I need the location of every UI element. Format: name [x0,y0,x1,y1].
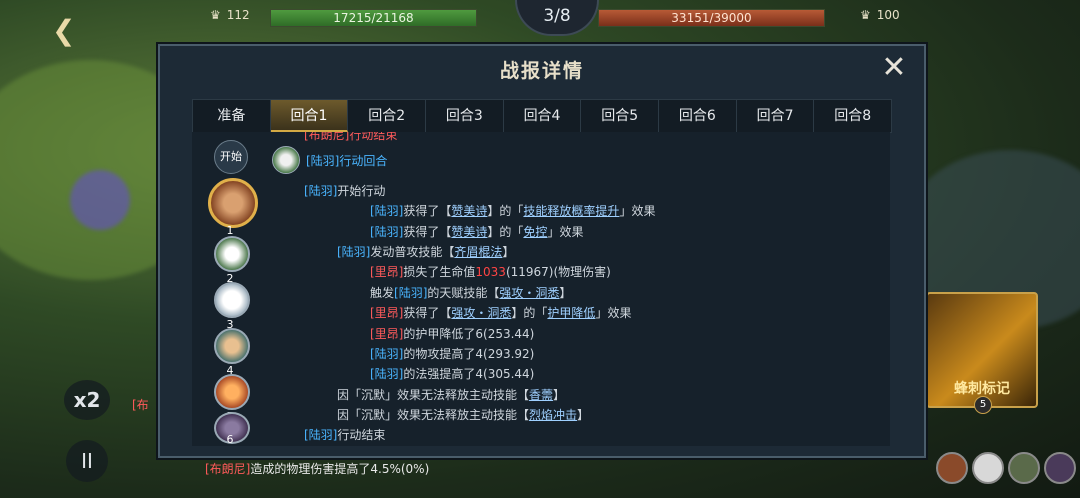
power-icon: ♛ [210,8,221,22]
tab-round-8[interactable]: 回合8 [814,100,891,132]
panda-avatar [272,146,300,174]
skill-card[interactable]: 蜂刺标记 5 [926,292,1038,414]
skill-card-level: 5 [974,396,992,414]
back-arrow-icon: ❮ [52,14,76,47]
battle-log[interactable]: 开始 1 2 3 4 5 6 [布朗尼]行动结束 [陆羽]行动回合 [陆羽]开始… [192,132,890,446]
log-line: [里昂]损失了生命值1033(11967)(物理伤害) [370,265,611,279]
turn-avatar-2[interactable] [214,236,250,272]
left-power: ♛ 112 [210,8,250,22]
log-line: [陆羽]行动结束 [304,428,386,442]
tab-round-1[interactable]: 回合1 [270,100,349,132]
round-tabs: 准备 回合1 回合2 回合3 回合4 回合5 回合6 回合7 回合8 [192,99,892,133]
tab-round-4[interactable]: 回合4 [504,100,582,132]
log-line: 触发[陆羽]的天赋技能【强攻・洞悉】 [370,286,572,300]
hero-avatar[interactable] [936,452,968,484]
hero-avatar[interactable] [1008,452,1040,484]
enemy-hp-bar: 33151/39000 [598,9,825,27]
turn-avatar-1[interactable] [208,178,258,228]
tab-prepare[interactable]: 准备 [193,100,271,132]
hero-avatar[interactable] [1044,452,1076,484]
background-log-line: [布朗尼]造成的物理伤害提高了4.5%(0%) [205,462,430,476]
log-line: [陆羽]发动普攻技能【齐眉棍法】 [337,245,515,259]
log-line: [陆羽]获得了【赞美诗】的「免控」效果 [370,225,584,239]
back-button[interactable]: ❮ [52,16,98,46]
skill-card-label: 蜂刺标记 [954,381,1010,397]
log-line: [陆羽]获得了【赞美诗】的「技能释放概率提升」效果 [370,204,656,218]
log-line: [陆羽]的物攻提高了4(293.92) [370,347,535,361]
right-power: ♛ 100 [860,8,900,22]
start-button[interactable]: 开始 [214,140,248,174]
background-flowers [70,170,130,230]
pause-button[interactable]: II [66,440,108,482]
modal-title: 战报详情 [499,60,584,82]
log-entries: [布朗尼]行动结束 [陆羽]行动回合 [陆羽]开始行动 [陆羽]获得了【赞美诗】… [272,132,882,446]
speed-button[interactable]: x2 [64,380,110,420]
turn-order-sidebar: 开始 1 2 3 4 5 6 [192,132,264,446]
background-log-partial: [布 [132,398,149,412]
turn-avatar-3[interactable] [214,282,250,318]
log-line: 因「沉默」效果无法释放主动技能【烈焰冲击】 [337,408,590,422]
tab-round-7[interactable]: 回合7 [737,100,815,132]
log-line: [里昂]获得了【强攻・洞悉】的「护甲降低」效果 [370,306,632,320]
turn-entry-head: [陆羽]行动回合 [272,146,387,174]
log-line: [里昂]的护甲降低了6(253.44) [370,327,535,341]
log-line-cut: [布朗尼]行动结束 [304,132,398,142]
turn-avatar-4[interactable] [214,328,250,364]
tab-round-3[interactable]: 回合3 [426,100,504,132]
battle-report-modal: 战报详情 ✕ 准备 回合1 回合2 回合3 回合4 回合5 回合6 回合7 回合… [158,44,926,458]
turn-avatar-5[interactable] [214,374,250,410]
hero-avatar[interactable] [972,452,1004,484]
log-line: 因「沉默」效果无法释放主动技能【香薷】 [337,388,566,402]
top-hud: ♛ 112 17215/21168 3/8 33151/39000 ♛ 100 [0,0,1080,36]
round-counter: 3/8 [515,0,599,36]
close-button[interactable]: ✕ [878,52,910,84]
turn-number: 6 [226,433,234,446]
tab-round-5[interactable]: 回合5 [581,100,660,132]
ally-hp-bar: 17215/21168 [270,9,477,27]
tab-round-2[interactable]: 回合2 [348,100,427,132]
tab-round-6[interactable]: 回合6 [659,100,737,132]
bottom-hero-avatars [936,452,1076,484]
close-icon: ✕ [881,50,907,85]
power-icon: ♛ [860,8,871,22]
log-line: [陆羽]的法强提高了4(305.44) [370,367,535,381]
log-line: [陆羽]开始行动 [304,184,386,198]
